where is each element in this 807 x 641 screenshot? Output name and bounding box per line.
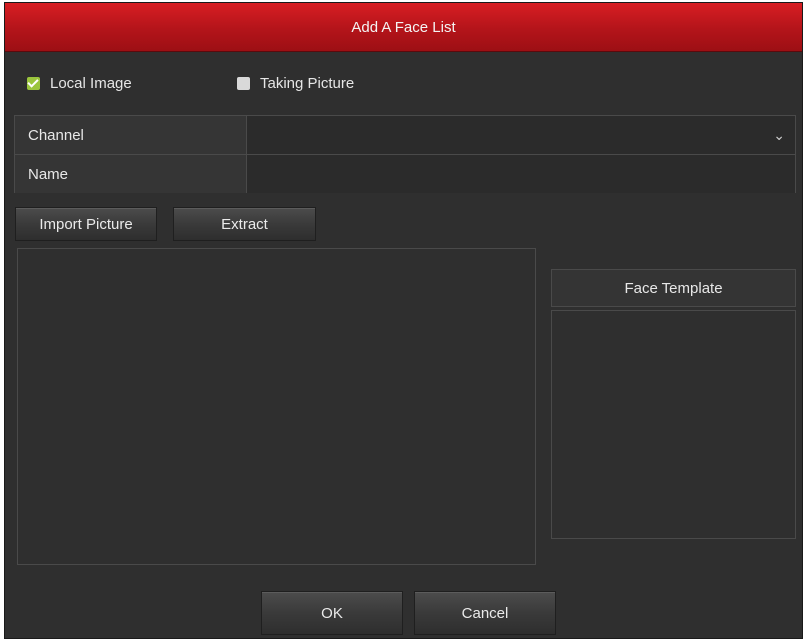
import-picture-button[interactable]: Import Picture xyxy=(15,207,157,241)
channel-row: Channel ⌄ xyxy=(15,116,795,155)
taking-picture-option[interactable]: Taking Picture xyxy=(237,75,354,92)
chevron-down-icon[interactable]: ⌄ xyxy=(773,127,785,144)
image-preview-area xyxy=(17,248,536,565)
name-label: Name xyxy=(15,155,247,193)
add-face-list-dialog: Add A Face List Local Image Taking Pictu… xyxy=(4,2,803,639)
local-image-label: Local Image xyxy=(50,75,132,92)
cancel-button[interactable]: Cancel xyxy=(414,591,556,635)
face-template-header: Face Template xyxy=(551,269,796,307)
channel-label: Channel xyxy=(15,116,247,154)
taking-picture-label: Taking Picture xyxy=(260,75,355,92)
taking-picture-checkbox[interactable] xyxy=(237,77,250,90)
ok-button[interactable]: OK xyxy=(261,591,403,635)
local-image-checkbox[interactable] xyxy=(27,77,40,90)
channel-select[interactable]: ⌄ xyxy=(247,116,795,154)
dialog-title: Add A Face List xyxy=(351,18,456,36)
dialog-title-bar: Add A Face List xyxy=(5,3,802,52)
name-row: Name xyxy=(15,155,795,193)
name-input[interactable] xyxy=(247,155,795,193)
local-image-option[interactable]: Local Image xyxy=(27,75,132,92)
extract-button[interactable]: Extract xyxy=(173,207,316,241)
face-template-area xyxy=(551,310,796,539)
face-form-table: Channel ⌄ Name xyxy=(14,115,796,193)
source-mode-row: Local Image Taking Picture xyxy=(5,75,802,97)
